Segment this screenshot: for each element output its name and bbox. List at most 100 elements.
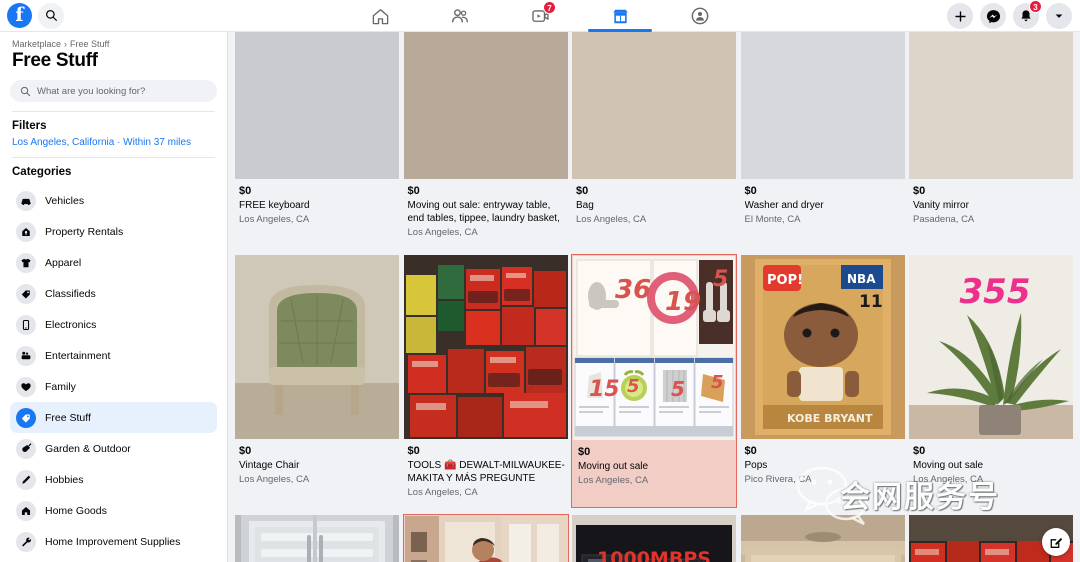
nav-tab-friends[interactable] [420, 0, 500, 32]
wrench-icon [16, 531, 36, 552]
listing-image [740, 515, 905, 562]
listing-title: Moving out sale: entryway table, end tab… [407, 200, 560, 224]
listing-card-selected[interactable]: $0 FREE $100 OFF PELOTON CODE *** PSKCK5… [402, 514, 569, 562]
sidebar-item-label: Apparel [45, 256, 82, 269]
sidebar-item-label: Vehicles [45, 194, 85, 207]
listing-card[interactable]: $0 TOOLS 🧰 DEWALT-MILWAUKEE-MAKITA Y MÁS… [403, 254, 569, 508]
listing-price: $0 [407, 185, 420, 197]
categories-heading: Categories [12, 166, 72, 178]
svg-text:19: 19 [665, 287, 701, 317]
listing-location: Pico Rivera, CA [744, 474, 812, 485]
compose-icon [1050, 537, 1062, 548]
listing-image: 1000MBPS 213.352.8020 NEW UPDATED MODEL [572, 515, 736, 562]
sidebar-item-family[interactable]: Family [10, 371, 217, 402]
listing-price: $0 [239, 445, 252, 457]
home-icon [16, 500, 36, 521]
modem-overlay-speed: 1000MBPS [597, 548, 711, 562]
main-nav-tabs: 7 [340, 0, 740, 32]
search-input[interactable]: What are you looking for? [10, 80, 217, 102]
nav-tab-groups[interactable] [660, 0, 740, 32]
sidebar-item-entertainment[interactable]: Entertainment [10, 340, 217, 371]
listing-title: Vintage Chair [239, 460, 300, 471]
breadcrumb: Marketplace › Free Stuff [10, 32, 217, 50]
messenger-icon[interactable] [980, 3, 1006, 29]
house-key-icon [16, 221, 36, 242]
listing-title: Moving out sale [913, 460, 984, 471]
listing-card[interactable]: $0 Washer and dryer El Monte, CA [740, 32, 906, 248]
listing-card[interactable]: $0 Stylish Refrigerator lg counter depth… [234, 514, 400, 562]
nav-tab-home[interactable] [340, 0, 420, 32]
listing-card[interactable]: 1000MBPS 213.352.8020 NEW UPDATED MODEL … [571, 514, 737, 562]
sidebar-item-hobbies[interactable]: Hobbies [10, 464, 217, 495]
listing-image [403, 255, 568, 439]
svg-text:5: 5 [713, 267, 728, 292]
sidebar-item-home-goods[interactable]: Home Goods [10, 495, 217, 526]
marketplace-sidebar: Marketplace › Free Stuff Free Stuff What a… [0, 32, 228, 562]
listing-card[interactable]: 355 $0 Moving out sale Los Angeles, CA [908, 254, 1074, 508]
filters-heading: Filters [12, 120, 47, 132]
listing-image [235, 32, 399, 179]
sidebar-item-property-rentals[interactable]: Property Rentals [10, 216, 217, 247]
search-icon[interactable] [38, 2, 64, 29]
sidebar-item-label: Classifieds [45, 287, 96, 300]
listing-card[interactable]: $0 Bag Los Angeles, CA [571, 32, 737, 248]
listing-image [403, 32, 568, 179]
sidebar-item-label: Property Rentals [45, 225, 124, 238]
listing-card-selected[interactable]: 36 19 5 15 5 5 5 $0 Moving out sale Los … [571, 254, 737, 508]
plant-photo: 355 [909, 255, 1073, 439]
trowel-icon [16, 438, 36, 459]
moving-sale-catalog-photo: 36 19 5 15 5 5 5 [573, 256, 735, 440]
sidebar-item-garden-outdoor[interactable]: Garden & Outdoor [10, 433, 217, 464]
top-navigation-bar: 7 3 [0, 0, 1080, 32]
listing-card[interactable]: $0 FREE keyboard Los Angeles, CA [234, 32, 400, 248]
sidebar-item-apparel[interactable]: Apparel [10, 247, 217, 278]
nav-tab-video[interactable]: 7 [500, 0, 580, 32]
listing-card[interactable]: $0 FREE Ikea filing cabinet Beverly Hill… [740, 514, 906, 562]
notifications-badge: 3 [1029, 0, 1042, 13]
listing-price: $0 [578, 446, 591, 458]
compose-button[interactable] [1042, 528, 1070, 556]
funko-name: KOBE BRYANT [787, 412, 873, 425]
modems-photo: 1000MBPS 213.352.8020 NEW UPDATED MODEL [572, 515, 736, 562]
listings-grid: $0 FREE keyboard Los Angeles, CA $0 Movi… [228, 32, 1080, 562]
category-list: Vehicles Property Rentals Apparel Classi… [10, 185, 217, 557]
nav-tab-marketplace[interactable] [580, 0, 660, 32]
bell-icon[interactable]: 3 [1013, 0, 1042, 29]
listing-price: $0 [913, 445, 926, 457]
listing-title: Bag [576, 200, 594, 211]
video-badge: 7 [543, 1, 556, 14]
listing-card[interactable]: POP! NBA 11 KOBE BRYANT $0 Pops Pico Riv… [740, 254, 906, 508]
listing-title: TOOLS 🧰 DEWALT-MILWAUKEE-MAKITA Y MÁS PR… [407, 460, 565, 484]
search-placeholder: What are you looking for? [37, 85, 146, 97]
refrigerator-photo [235, 515, 399, 562]
listing-card[interactable]: $0 Vintage Chair Los Angeles, CA [234, 254, 400, 508]
sidebar-item-home-improvement-supplies[interactable]: Home Improvement Supplies [10, 526, 217, 557]
listing-image: 36 19 5 15 5 5 5 [573, 256, 735, 440]
topbar-left-group [0, 2, 230, 29]
listing-card[interactable]: $0 Moving out sale: entryway table, end … [403, 32, 569, 248]
plus-icon[interactable] [947, 3, 973, 29]
listing-location: Pasadena, CA [913, 214, 975, 225]
sidebar-item-classifieds[interactable]: Classifieds [10, 278, 217, 309]
sidebar-item-free-stuff[interactable]: Free Stuff [10, 402, 217, 433]
filter-location-link[interactable]: Los Angeles, California · Within 37 mile… [10, 137, 217, 148]
breadcrumb-root[interactable]: Marketplace [12, 39, 61, 49]
sidebar-item-electronics[interactable]: Electronics [10, 309, 217, 340]
sidebar-item-label: Free Stuff [45, 411, 91, 424]
sidebar-item-label: Hobbies [45, 473, 84, 486]
sidebar-item-vehicles[interactable]: Vehicles [10, 185, 217, 216]
svg-text:15: 15 [589, 377, 620, 402]
chevron-down-icon[interactable] [1046, 3, 1072, 29]
listing-image [572, 32, 736, 179]
svg-text:5: 5 [711, 372, 724, 393]
car-icon [16, 190, 36, 211]
listing-location: Los Angeles, CA [576, 214, 647, 225]
peloton-bike-photo [404, 516, 567, 562]
sidebar-divider-2 [12, 157, 215, 158]
funko-number: 11 [859, 292, 883, 312]
listing-price: $0 [576, 185, 589, 197]
facebook-logo[interactable] [7, 3, 32, 28]
listing-location: Los Angeles, CA [239, 214, 310, 225]
listing-title: Moving out sale [578, 461, 649, 472]
listing-card[interactable]: $0 Vanity mirror Pasadena, CA [908, 32, 1074, 248]
